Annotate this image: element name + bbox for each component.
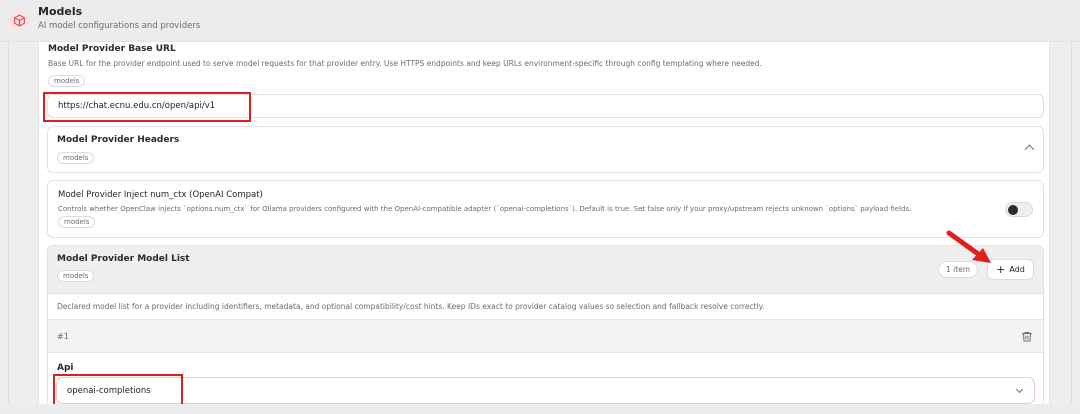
model-list-section: Model Provider Model List models 1 item … <box>47 245 1044 414</box>
page-header: Models AI model configurations and provi… <box>0 0 1080 42</box>
num-ctx-section: Model Provider Inject num_ctx (OpenAI Co… <box>47 180 1044 238</box>
api-select[interactable]: openai-completions <box>56 377 1035 404</box>
add-button-label: Add <box>1009 265 1025 274</box>
right-rail <box>1071 42 1072 414</box>
chevron-up-icon[interactable] <box>1024 144 1035 155</box>
url-highlight-box <box>43 92 251 122</box>
cube-icon <box>8 9 30 31</box>
base-url-description: Base URL for the provider endpoint used … <box>48 59 762 68</box>
num-ctx-description: Controls whether OpenClaw injects `optio… <box>58 205 912 213</box>
headers-label: Model Provider Headers <box>57 135 180 145</box>
base-url-tag: models <box>48 75 86 87</box>
api-label: Api <box>57 363 74 373</box>
model-list-header: Model Provider Model List models 1 item … <box>48 246 1043 294</box>
headers-tag: models <box>57 152 95 164</box>
model-item-header: #1 <box>48 319 1043 353</box>
num-ctx-tag: models <box>58 216 96 228</box>
num-ctx-toggle[interactable] <box>1005 202 1033 217</box>
plus-icon: + <box>996 262 1006 276</box>
headers-section[interactable]: Model Provider Headers models <box>47 126 1044 173</box>
toggle-knob <box>1008 205 1018 215</box>
bottom-strip <box>0 404 1080 414</box>
num-ctx-label: Model Provider Inject num_ctx (OpenAI Co… <box>58 190 263 200</box>
chevron-down-icon <box>1015 385 1024 394</box>
red-arrow-icon <box>946 230 991 263</box>
model-list-label: Model Provider Model List <box>57 254 190 264</box>
base-url-label: Model Provider Base URL <box>48 44 176 54</box>
model-list-description: Declared model list for a provider inclu… <box>57 302 765 311</box>
trash-icon[interactable] <box>1021 330 1033 343</box>
page-subtitle: AI model configurations and providers <box>38 21 201 31</box>
model-list-tag: models <box>57 270 95 282</box>
item-number: #1 <box>57 332 69 341</box>
left-rail <box>8 42 9 414</box>
page-title: Models <box>38 5 83 18</box>
